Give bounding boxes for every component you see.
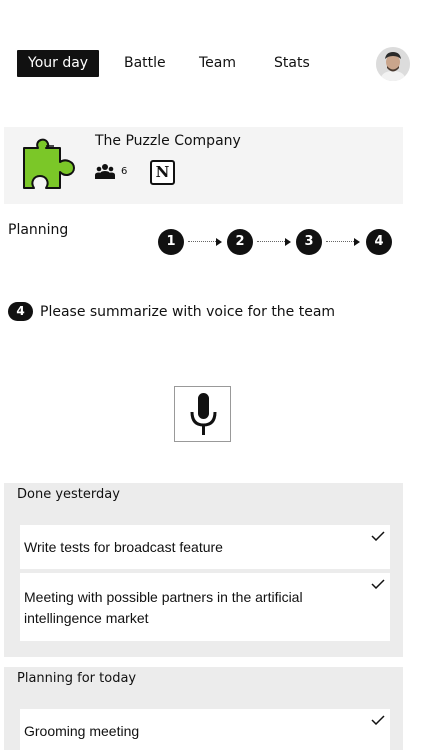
tab-your-day[interactable]: Your day — [17, 50, 100, 77]
task-item[interactable]: Grooming meeting — [20, 709, 390, 750]
arrow-right-icon — [285, 238, 291, 246]
instruction-step-badge: 4 — [8, 302, 33, 321]
tab-battle[interactable]: Battle — [124, 50, 166, 77]
task-text: Grooming meeting — [24, 723, 140, 739]
arrow-right-icon — [216, 238, 222, 246]
team-members-icon — [95, 164, 115, 179]
tab-stats[interactable]: Stats — [274, 50, 310, 77]
arrow-right-icon — [354, 238, 360, 246]
instruction-text: Please summarize with voice for the team — [40, 303, 336, 320]
puzzle-piece-icon — [23, 138, 75, 189]
task-text: intellingence market — [24, 610, 149, 626]
step-connector — [326, 241, 354, 242]
microphone-icon — [190, 393, 217, 435]
members-count: 6 — [121, 165, 128, 177]
company-card[interactable]: The Puzzle Company 6 N — [4, 127, 403, 204]
checkmark-icon — [371, 531, 385, 541]
avatar[interactable] — [376, 47, 410, 81]
task-item[interactable]: Write tests for broadcast feature — [20, 525, 390, 569]
step-2: 2 — [227, 229, 253, 255]
top-nav: Your day Battle Team Stats — [17, 47, 410, 81]
done-yesterday-section: Done yesterday Write tests for broadcast… — [4, 483, 403, 657]
section-title: Done yesterday — [17, 487, 120, 502]
planning-label: Planning — [8, 222, 69, 238]
instruction: 4 Please summarize with voice for the te… — [8, 302, 335, 321]
step-3: 3 — [296, 229, 322, 255]
task-text: Write tests for broadcast feature — [24, 539, 223, 555]
notion-icon[interactable]: N — [150, 160, 175, 185]
section-title: Planning for today — [17, 671, 137, 686]
planning-steps: 1 2 3 4 — [158, 229, 393, 255]
checkmark-icon — [371, 579, 385, 589]
tab-team[interactable]: Team — [199, 50, 236, 77]
task-item[interactable]: Meeting with possible partners in the ar… — [20, 573, 390, 641]
company-name: The Puzzle Company — [95, 133, 241, 149]
step-1: 1 — [158, 229, 184, 255]
step-connector — [188, 241, 216, 242]
step-4: 4 — [366, 229, 392, 255]
planning-today-section: Planning for today Grooming meeting — [4, 667, 403, 750]
user-avatar-icon — [376, 47, 410, 81]
step-connector — [257, 241, 285, 242]
task-text: Meeting with possible partners in the ar… — [24, 589, 303, 605]
checkmark-icon — [371, 715, 385, 725]
record-voice-button[interactable] — [174, 386, 231, 442]
members-count-group: 6 — [95, 163, 127, 179]
